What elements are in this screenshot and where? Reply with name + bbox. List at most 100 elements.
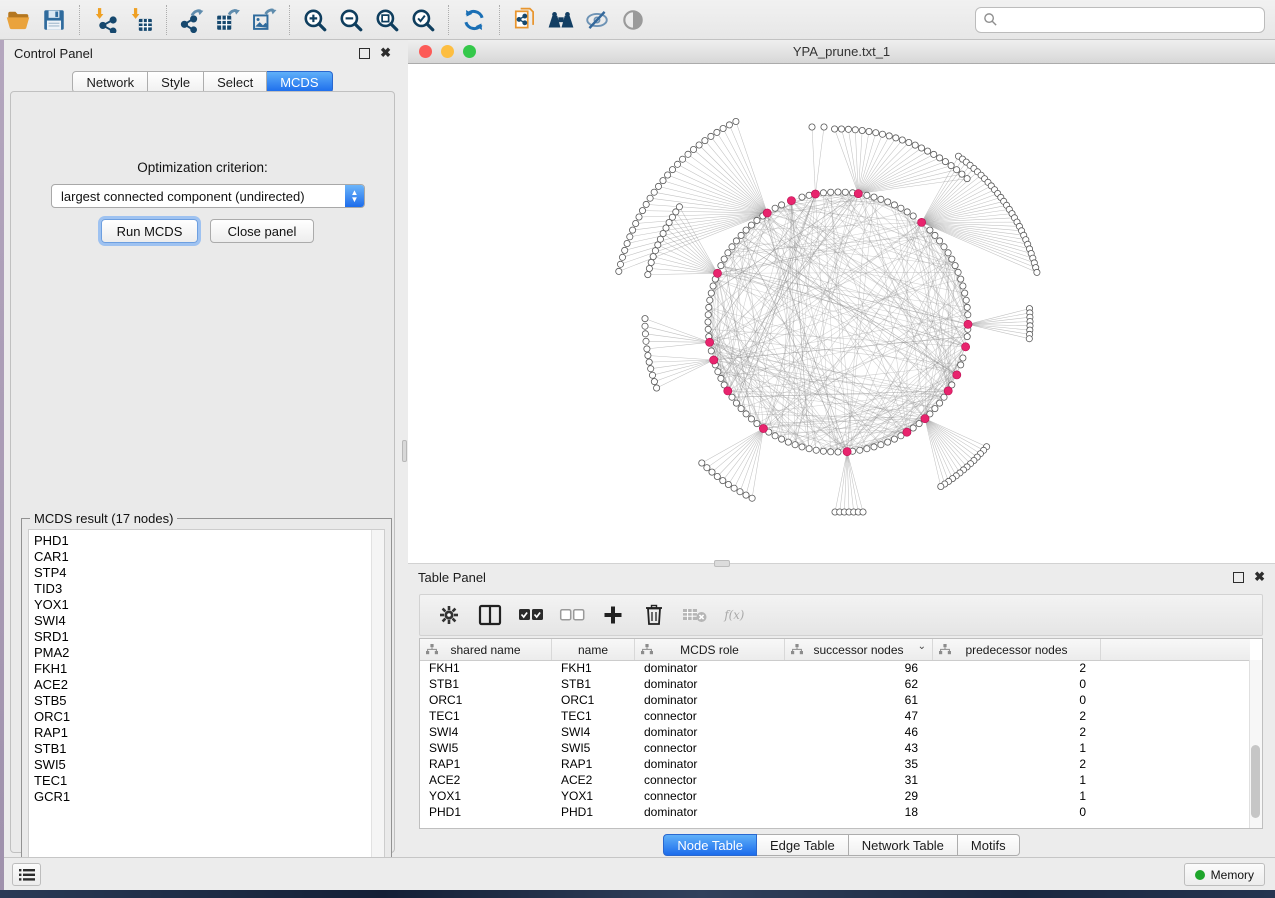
mcds-result-item[interactable]: SWI5	[34, 757, 384, 773]
column-header-MCDS-role[interactable]: MCDS role	[635, 639, 785, 660]
dropdown-stepper-icon: ▲▼	[345, 185, 364, 207]
table-cell: dominator	[635, 757, 785, 771]
zoom-in-icon[interactable]	[297, 4, 333, 36]
table-row[interactable]: FKH1FKH1dominator962	[420, 660, 1250, 676]
table-row[interactable]: TEC1TEC1connector472	[420, 708, 1250, 724]
scrollbar-thumb[interactable]	[1251, 745, 1260, 818]
table-row[interactable]: ACE2ACE2connector311	[420, 772, 1250, 788]
mcds-result-item[interactable]: STB1	[34, 741, 384, 757]
mcds-result-item[interactable]: STB5	[34, 693, 384, 709]
table-options-gear-icon[interactable]	[436, 602, 462, 628]
deselect-all-rows-icon[interactable]	[559, 602, 585, 628]
network-view-window: YPA_prune.txt_1	[408, 40, 1275, 563]
table-row[interactable]: SWI4SWI4dominator462	[420, 724, 1250, 740]
show-columns-icon[interactable]	[477, 602, 503, 628]
close-panel-icon[interactable]: ✖	[380, 48, 391, 58]
export-network-icon[interactable]	[174, 4, 210, 36]
table-cell: dominator	[635, 725, 785, 739]
mcds-result-item[interactable]: YOX1	[34, 597, 384, 613]
tab-select[interactable]: Select	[204, 71, 267, 93]
close-table-panel-icon[interactable]: ✖	[1254, 572, 1265, 582]
mcds-result-item[interactable]: RAP1	[34, 725, 384, 741]
refresh-layout-icon[interactable]	[456, 4, 492, 36]
table-scrollbar[interactable]	[1249, 660, 1262, 828]
mcds-list-scrollbar[interactable]	[371, 530, 384, 883]
tab-mcds[interactable]: MCDS	[267, 71, 332, 93]
table-row[interactable]: RAP1RAP1dominator352	[420, 756, 1250, 772]
memory-button[interactable]: Memory	[1184, 863, 1265, 886]
table-row[interactable]: SWI5SWI5connector431	[420, 740, 1250, 756]
open-file-icon[interactable]	[0, 4, 36, 36]
optimization-criterion-dropdown[interactable]: largest connected component (undirected)…	[51, 184, 365, 208]
zoom-out-icon[interactable]	[333, 4, 369, 36]
svg-text:f(x): f(x)	[723, 608, 744, 622]
network-canvas[interactable]	[408, 64, 1275, 563]
table-cell: 47	[785, 709, 933, 723]
table-row[interactable]: PHD1PHD1dominator180	[420, 804, 1250, 820]
mcds-result-item[interactable]: CAR1	[34, 549, 384, 565]
search-input[interactable]	[998, 12, 1264, 28]
table-tab-edge-table[interactable]: Edge Table	[757, 834, 849, 856]
column-header-successor-nodes[interactable]: successor nodes⌄	[785, 639, 933, 660]
hide-graphics-details-icon[interactable]	[579, 4, 615, 36]
import-table-icon[interactable]	[123, 4, 159, 36]
mcds-result-list[interactable]: PHD1CAR1STP4TID3YOX1SWI4SRD1PMA2FKH1ACE2…	[28, 529, 385, 884]
table-row[interactable]: STB1STB1dominator620	[420, 676, 1250, 692]
task-history-button[interactable]	[12, 863, 41, 886]
share-session-icon[interactable]	[507, 4, 543, 36]
desktop-edge-bottom	[0, 890, 1275, 898]
mcds-result-item[interactable]: FKH1	[34, 661, 384, 677]
table-tab-motifs[interactable]: Motifs	[958, 834, 1020, 856]
export-image-icon[interactable]	[246, 4, 282, 36]
table-row[interactable]: ORC1ORC1dominator610	[420, 692, 1250, 708]
mcds-result-item[interactable]: PHD1	[34, 533, 384, 549]
right-workspace: YPA_prune.txt_1 Table Panel ✖	[408, 40, 1275, 857]
mcds-result-item[interactable]: STP4	[34, 565, 384, 581]
tab-network[interactable]: Network	[72, 71, 148, 93]
vertical-splitter[interactable]	[401, 40, 408, 857]
network-search-box[interactable]	[975, 7, 1265, 33]
mcds-result-item[interactable]: ACE2	[34, 677, 384, 693]
table-cell: PHD1	[552, 805, 635, 819]
mcds-result-item[interactable]: SRD1	[34, 629, 384, 645]
float-table-panel-icon[interactable]	[1233, 572, 1244, 583]
mcds-result-item[interactable]: GCR1	[34, 789, 384, 805]
table-tab-network-table[interactable]: Network Table	[849, 834, 958, 856]
save-session-icon[interactable]	[36, 4, 72, 36]
mcds-result-item[interactable]: SWI4	[34, 613, 384, 629]
mcds-result-item[interactable]: TEC1	[34, 773, 384, 789]
network-window-titlebar[interactable]: YPA_prune.txt_1	[408, 40, 1275, 64]
table-cell: ORC1	[420, 693, 552, 707]
delete-columns-icon[interactable]	[641, 602, 667, 628]
zoom-fit-icon[interactable]	[369, 4, 405, 36]
column-header-predecessor-nodes[interactable]: predecessor nodes	[933, 639, 1101, 660]
zoom-selected-icon[interactable]	[405, 4, 441, 36]
network-nodes[interactable]	[616, 118, 1040, 515]
export-table-icon[interactable]	[210, 4, 246, 36]
search-binoculars-icon[interactable]	[543, 4, 579, 36]
splitter-grip[interactable]	[402, 440, 407, 462]
float-panel-icon[interactable]	[359, 48, 370, 59]
search-icon	[983, 12, 998, 27]
table-cell: 29	[785, 789, 933, 803]
column-header-name[interactable]: name	[552, 639, 635, 660]
tab-style[interactable]: Style	[148, 71, 204, 93]
import-network-icon[interactable]	[87, 4, 123, 36]
table-cell: SWI4	[420, 725, 552, 739]
mcds-result-item[interactable]: PMA2	[34, 645, 384, 661]
close-panel-button[interactable]: Close panel	[210, 219, 314, 243]
table-cell: dominator	[635, 693, 785, 707]
table-cell: 1	[933, 789, 1101, 803]
table-cell: 0	[933, 677, 1101, 691]
table-row[interactable]: YOX1YOX1connector291	[420, 788, 1250, 804]
mcds-result-title: MCDS result (17 nodes)	[30, 511, 177, 526]
run-mcds-button[interactable]: Run MCDS	[101, 219, 198, 243]
column-header-shared-name[interactable]: shared name	[420, 639, 552, 660]
mcds-result-item[interactable]: TID3	[34, 581, 384, 597]
select-all-rows-icon[interactable]	[518, 602, 544, 628]
table-tab-node-table[interactable]: Node Table	[663, 834, 757, 856]
show-graphics-details-icon[interactable]	[615, 4, 651, 36]
mcds-result-item[interactable]: ORC1	[34, 709, 384, 725]
add-column-icon[interactable]	[600, 602, 626, 628]
dropdown-value: largest connected component (undirected)	[52, 189, 345, 204]
